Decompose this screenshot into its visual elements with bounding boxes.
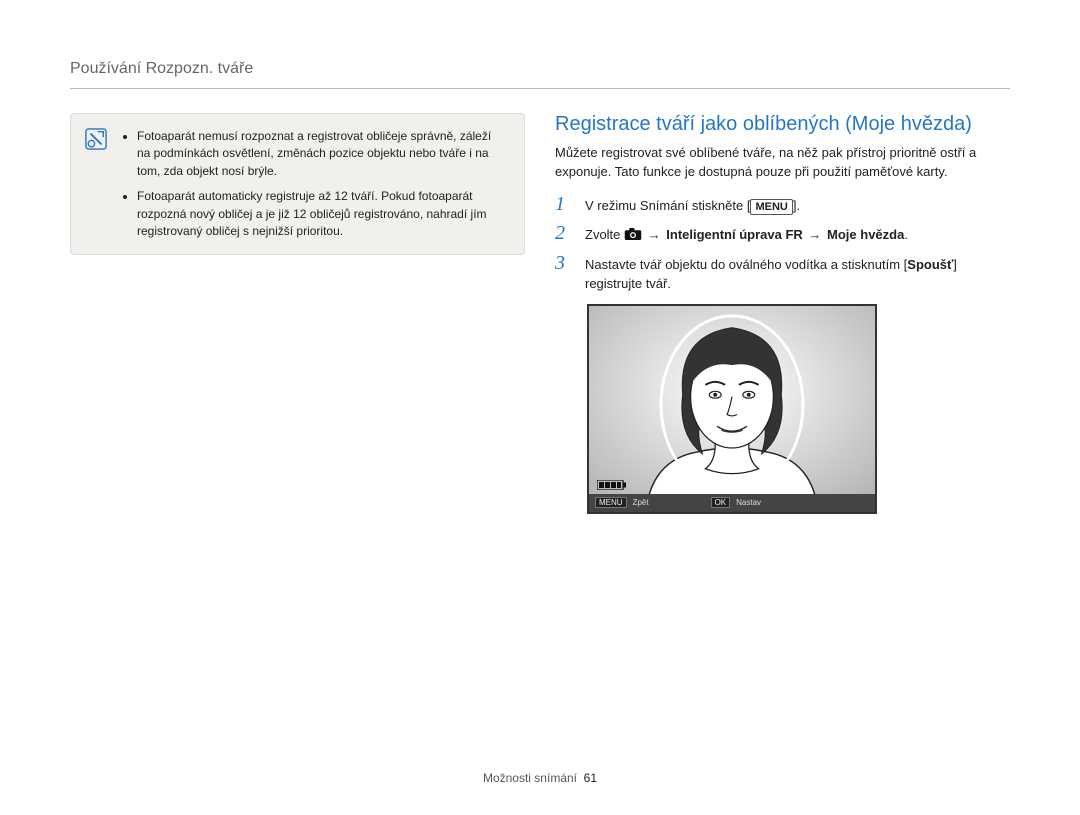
breadcrumb: Používání Rozpozn. tváře xyxy=(70,60,1010,78)
step-text: Nastavte tvář objektu do oválného vodítk… xyxy=(585,257,904,272)
lcd-ok-btn: OK xyxy=(711,497,731,508)
note-icon xyxy=(85,128,107,150)
page-footer: Možnosti snímání 61 xyxy=(0,771,1080,785)
step-text-bold: Spoušť xyxy=(907,257,953,272)
step-2: 2 Zvolte → Inteligentní úp xyxy=(555,225,1010,245)
page-number: 61 xyxy=(584,771,597,785)
note-list: Fotoaparát nemusí rozpoznat a registrova… xyxy=(121,128,506,240)
step-number: 3 xyxy=(555,253,573,294)
step-text: V režimu Snímání stiskněte [ xyxy=(585,198,750,213)
note-bullet: Fotoaparát nemusí rozpoznat a registrova… xyxy=(137,128,506,180)
step-3: 3 Nastavte tvář objektu do oválného vodí… xyxy=(555,255,1010,294)
camera-lcd-preview: MENU Zpět OK Nastav xyxy=(587,304,877,514)
step-1: 1 V režimu Snímání stiskněte [MENU]. xyxy=(555,196,1010,216)
camera-icon xyxy=(624,227,642,241)
step-text: Zvolte xyxy=(585,227,624,242)
menu-key: MENU xyxy=(750,199,792,215)
note-box: Fotoaparát nemusí rozpoznat a registrova… xyxy=(70,113,525,255)
step-number: 2 xyxy=(555,223,573,245)
divider xyxy=(70,88,1010,89)
lcd-statusbar: MENU Zpět OK Nastav xyxy=(589,494,875,512)
step-text-bold: Inteligentní úprava FR xyxy=(666,227,803,242)
face-illustration xyxy=(589,306,875,513)
lcd-menu-label: Zpět xyxy=(633,498,649,507)
step-number: 1 xyxy=(555,194,573,216)
section-intro: Můžete registrovat své oblíbené tváře, n… xyxy=(555,144,1010,182)
step-text: ]. xyxy=(793,198,800,213)
step-text-bold: Moje hvězda xyxy=(827,227,904,242)
lcd-ok-label: Nastav xyxy=(736,498,761,507)
arrow-icon: → xyxy=(806,227,827,242)
step-text: . xyxy=(904,227,908,242)
arrow-icon: → xyxy=(646,227,667,242)
footer-label: Možnosti snímání xyxy=(483,771,577,785)
note-bullet: Fotoaparát automaticky registruje až 12 … xyxy=(137,188,506,240)
lcd-menu-btn: MENU xyxy=(595,497,627,508)
battery-icon xyxy=(597,480,627,490)
section-title: Registrace tváří jako oblíbených (Moje h… xyxy=(555,113,1010,136)
